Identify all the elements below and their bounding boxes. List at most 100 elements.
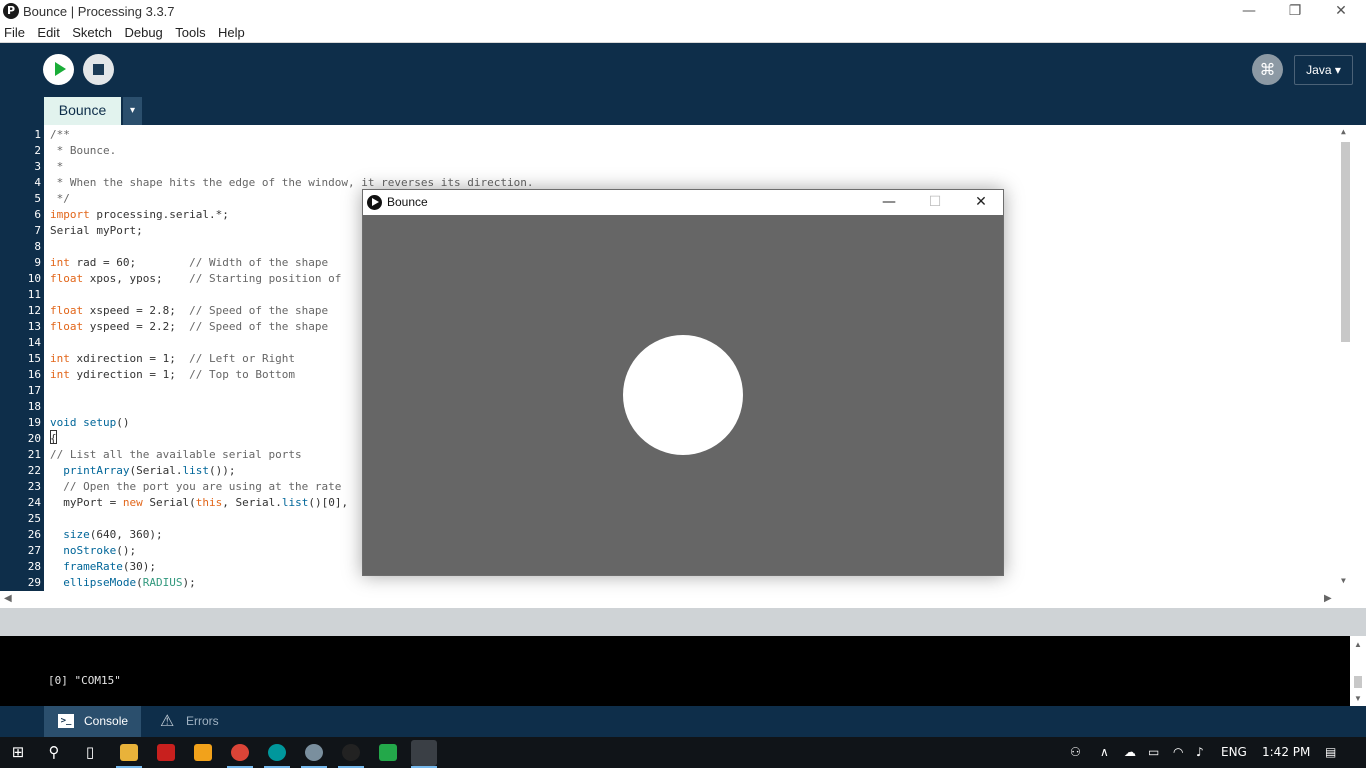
menu-bar: File Edit Sketch Debug Tools Help: [0, 23, 1366, 43]
line-number: 13: [27, 320, 41, 333]
code-token: setup: [83, 416, 117, 429]
sketch-maximize-button[interactable]: ☐: [912, 190, 958, 215]
chrome-icon[interactable]: [231, 744, 249, 761]
code-token: list: [182, 464, 209, 477]
language-indicator[interactable]: ENG: [1221, 745, 1247, 759]
tab-menu-button[interactable]: ▾: [123, 97, 142, 125]
line-number: 7: [34, 224, 41, 237]
scroll-down-icon[interactable]: ▼: [1341, 576, 1346, 585]
bouncing-circle: [623, 335, 743, 455]
sketch-canvas[interactable]: [363, 215, 1003, 575]
minimize-button[interactable]: —: [1226, 0, 1272, 23]
search-button[interactable]: ⚲: [36, 737, 72, 768]
code-token: new: [122, 496, 143, 509]
scroll-up-icon[interactable]: ▲: [1341, 127, 1346, 136]
sketch-run-icon[interactable]: [411, 740, 437, 766]
scroll-thumb[interactable]: [1341, 142, 1350, 342]
stop-button[interactable]: [83, 54, 114, 85]
file-explorer-icon[interactable]: [120, 744, 138, 761]
onedrive-icon[interactable]: ☁: [1124, 745, 1136, 759]
code-line: float yspeed = 2.2; // Speed of the shap…: [50, 319, 328, 335]
scroll-right-icon[interactable]: ▶: [1324, 593, 1332, 604]
paint-icon[interactable]: [305, 744, 323, 761]
filezilla-icon[interactable]: [157, 744, 175, 761]
code-line: Serial myPort;: [50, 223, 143, 239]
code-line: size(640, 360);: [50, 527, 162, 543]
scroll-thumb[interactable]: [1354, 676, 1362, 688]
clock[interactable]: 1:42 PM: [1262, 745, 1310, 759]
code-token: rad = 60;: [69, 256, 190, 269]
restore-button[interactable]: ❐: [1272, 0, 1318, 23]
menu-tools[interactable]: Tools: [175, 23, 205, 40]
code-token: // Width of the shape: [189, 256, 329, 269]
app-c-icon[interactable]: [379, 744, 397, 761]
code-token: myPort =: [50, 496, 123, 509]
code-token: int: [50, 368, 70, 381]
code-line: void setup(): [50, 415, 130, 431]
line-number: 2: [34, 144, 41, 157]
menu-help[interactable]: Help: [218, 23, 245, 40]
battery-icon[interactable]: ▭: [1148, 745, 1159, 759]
menu-sketch[interactable]: Sketch: [72, 23, 112, 40]
console-scrollbar[interactable]: ▲ ▼: [1350, 636, 1366, 706]
scroll-up-icon[interactable]: ▲: [1354, 640, 1362, 649]
line-number: 21: [27, 448, 41, 461]
menu-file[interactable]: File: [4, 23, 25, 40]
volume-icon[interactable]: ♪: [1196, 745, 1204, 759]
tab-console[interactable]: >_ Console: [44, 706, 141, 737]
start-button[interactable]: ⊞: [0, 737, 36, 768]
tab-bounce[interactable]: Bounce: [44, 97, 121, 125]
arduino-icon[interactable]: [268, 744, 286, 761]
code-line: int ydirection = 1; // Top to Bottom: [50, 367, 295, 383]
line-number: 27: [27, 544, 41, 557]
task-view-button[interactable]: ▯: [72, 737, 108, 768]
run-button[interactable]: [43, 54, 74, 85]
close-button[interactable]: ✕: [1318, 0, 1364, 23]
code-line: float xspeed = 2.8; // Speed of the shap…: [50, 303, 328, 319]
console-panel: [0] "COM15" ▲ ▼: [0, 636, 1366, 706]
tab-errors[interactable]: ⚠ Errors: [146, 706, 231, 737]
chevron-up-icon[interactable]: ∧: [1100, 745, 1109, 759]
warning-icon: ⚠: [160, 711, 175, 730]
notifications-icon[interactable]: ▤: [1325, 745, 1336, 759]
sketch-window-title: Bounce: [387, 195, 428, 209]
text-caret: [50, 430, 57, 444]
terminal-icon: >_: [58, 714, 74, 728]
scroll-left-icon[interactable]: ◀: [4, 593, 12, 604]
code-line: import processing.serial.*;: [50, 207, 229, 223]
app-f-icon[interactable]: [194, 744, 212, 761]
line-number: 6: [34, 208, 41, 221]
line-number: 16: [27, 368, 41, 381]
code-token: , Serial.: [222, 496, 282, 509]
tab-errors-label: Errors: [186, 714, 219, 728]
code-token: frameRate: [63, 560, 123, 573]
code-line: int xdirection = 1; // Left or Right: [50, 351, 295, 367]
editor-vertical-scrollbar[interactable]: ▲ ▼: [1337, 125, 1354, 591]
scroll-down-icon[interactable]: ▼: [1354, 694, 1362, 703]
code-token: (30);: [122, 560, 156, 573]
editor-horizontal-scrollbar[interactable]: ◀ ▶: [0, 591, 1337, 608]
butterfly-icon: ⌘: [1259, 60, 1276, 79]
task-view-icon: ▯: [85, 743, 95, 761]
sketch-title-bar: Bounce — ☐ ✕: [363, 190, 1003, 215]
code-token: // Speed of the shape: [189, 304, 329, 317]
sketch-minimize-button[interactable]: —: [866, 190, 912, 215]
line-number: 29: [27, 576, 41, 589]
processing-icon[interactable]: [342, 744, 360, 761]
menu-edit[interactable]: Edit: [37, 23, 59, 40]
debug-button[interactable]: ⌘: [1252, 54, 1283, 85]
mode-selector[interactable]: Java ▾: [1294, 55, 1353, 85]
code-line: int rad = 60; // Width of the shape: [50, 255, 328, 271]
code-token: import: [50, 208, 90, 221]
menu-debug[interactable]: Debug: [124, 23, 162, 40]
console-divider[interactable]: [0, 608, 1366, 636]
code-token: ());: [208, 464, 236, 477]
wifi-icon[interactable]: ◠: [1173, 745, 1183, 759]
sketch-close-button[interactable]: ✕: [958, 190, 1004, 215]
code-token: // List all the available serial ports: [50, 448, 302, 461]
people-icon[interactable]: ⚇: [1070, 745, 1081, 759]
code-token: // Speed of the shape: [189, 320, 329, 333]
line-number: 17: [27, 384, 41, 397]
